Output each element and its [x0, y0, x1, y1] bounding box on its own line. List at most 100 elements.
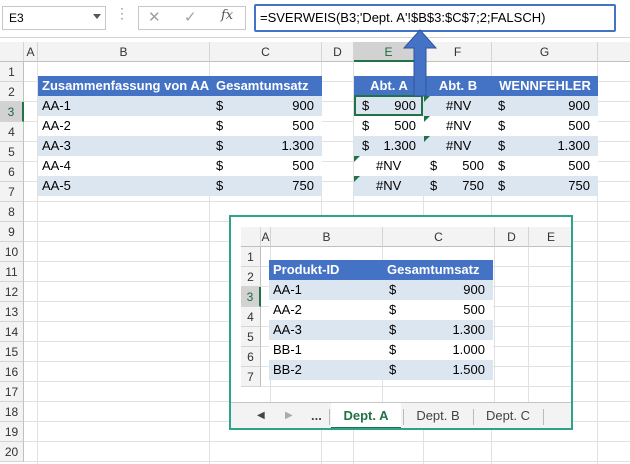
summary-id[interactable]: AA-2 — [38, 116, 210, 136]
inset-row-header[interactable]: 7 — [241, 367, 261, 387]
row-header[interactable]: 18 — [0, 402, 24, 422]
active-cell-selection[interactable] — [354, 95, 423, 116]
inset-product-id[interactable]: AA-1 — [269, 280, 381, 300]
row-header[interactable]: 9 — [0, 222, 24, 242]
select-all-corner[interactable] — [0, 42, 24, 62]
row-header-selected[interactable]: 3 — [0, 102, 24, 122]
row-header[interactable]: 6 — [0, 162, 24, 182]
lookup-cell-iferror[interactable]: $750 — [492, 176, 598, 196]
row-header[interactable]: 14 — [0, 322, 24, 342]
row-header[interactable]: 15 — [0, 342, 24, 362]
inset-column-header-b[interactable]: B — [271, 227, 383, 247]
error-indicator-icon[interactable] — [424, 136, 430, 142]
lookup-header-iferror[interactable]: WENNFEHLER — [492, 76, 598, 96]
inset-value-cell[interactable]: $1.300 — [381, 320, 493, 340]
row-header[interactable]: 8 — [0, 202, 24, 222]
cell-value: 1.300 — [557, 138, 590, 153]
inset-select-all-corner[interactable] — [241, 227, 261, 247]
inset-value-cell[interactable]: $1.500 — [381, 360, 493, 380]
lookup-cell-abt-a[interactable]: $1.300 — [354, 136, 424, 156]
error-indicator-icon[interactable] — [424, 116, 430, 122]
summary-header-name[interactable]: Zusammenfassung von AA — [38, 76, 210, 96]
row-header[interactable]: 4 — [0, 122, 24, 142]
row-header[interactable]: 19 — [0, 422, 24, 442]
currency-symbol: $ — [216, 118, 224, 133]
inset-value-cell[interactable]: $500 — [381, 300, 493, 320]
inset-value-cell[interactable]: $1.000 — [381, 340, 493, 360]
summary-value-cell[interactable]: $500 — [210, 116, 322, 136]
error-indicator-icon[interactable] — [354, 156, 360, 162]
row-header[interactable]: 7 — [0, 182, 24, 202]
more-sheets-button[interactable]: ... — [311, 403, 322, 428]
inset-row-header-selected[interactable]: 3 — [241, 287, 261, 307]
currency-symbol: $ — [389, 302, 397, 317]
inset-row-header[interactable]: 5 — [241, 327, 261, 347]
lookup-cell-iferror[interactable]: $1.300 — [492, 136, 598, 156]
next-sheet-icon[interactable]: ▶ — [285, 403, 293, 428]
summary-id[interactable]: AA-3 — [38, 136, 210, 156]
inset-value-cell[interactable]: $900 — [381, 280, 493, 300]
row-header[interactable]: 2 — [0, 82, 24, 102]
row-header[interactable]: 13 — [0, 302, 24, 322]
lookup-cell-iferror[interactable]: $900 — [492, 96, 598, 116]
summary-id[interactable]: AA-1 — [38, 96, 210, 116]
row-header[interactable]: 10 — [0, 242, 24, 262]
lookup-cell-abt-b[interactable]: #NV — [424, 136, 492, 156]
lookup-cell-iferror[interactable]: $500 — [492, 156, 598, 176]
cell-value: #NV — [446, 98, 472, 113]
lookup-cell-abt-a[interactable]: #NV — [354, 156, 424, 176]
inset-column-header-d[interactable]: D — [495, 227, 529, 247]
inset-product-id[interactable]: AA-3 — [269, 320, 381, 340]
insert-function-icon[interactable]: fx — [221, 8, 233, 23]
inset-column-header-e[interactable]: E — [529, 227, 571, 247]
tab-dept-b[interactable]: Dept. B — [405, 403, 471, 428]
summary-id[interactable]: AA-5 — [38, 176, 210, 196]
name-box[interactable]: E3 — [2, 6, 106, 30]
row-header[interactable]: 16 — [0, 362, 24, 382]
lookup-cell-abt-a[interactable]: $500 — [354, 116, 424, 136]
cancel-icon[interactable]: ✕ — [148, 8, 161, 26]
summary-value-cell[interactable]: $900 — [210, 96, 322, 116]
summary-value-cell[interactable]: $1.300 — [210, 136, 322, 156]
lookup-cell-iferror[interactable]: $500 — [492, 116, 598, 136]
column-header-a[interactable]: A — [24, 42, 38, 62]
summary-value-cell[interactable]: $750 — [210, 176, 322, 196]
inset-column-header-a[interactable]: A — [261, 227, 271, 247]
summary-value: 1.300 — [281, 138, 314, 153]
column-header-g[interactable]: G — [492, 42, 598, 62]
inset-row-header[interactable]: 4 — [241, 307, 261, 327]
inset-product-id[interactable]: BB-1 — [269, 340, 381, 360]
column-header-d[interactable]: D — [322, 42, 354, 62]
error-indicator-icon[interactable] — [354, 176, 360, 182]
name-box-dropdown-icon[interactable] — [93, 14, 101, 19]
lookup-cell-abt-b[interactable]: #NV — [424, 96, 492, 116]
summary-value-cell[interactable]: $500 — [210, 156, 322, 176]
lookup-cell-abt-b[interactable]: $500 — [424, 156, 492, 176]
tab-dept-a[interactable]: Dept. A — [331, 403, 401, 428]
inset-row-header[interactable]: 1 — [241, 247, 261, 267]
column-header-c[interactable]: C — [210, 42, 322, 62]
inset-row-header[interactable]: 2 — [241, 267, 261, 287]
inset-column-header-c[interactable]: C — [383, 227, 495, 247]
row-header[interactable]: 20 — [0, 442, 24, 462]
lookup-cell-abt-b[interactable]: $750 — [424, 176, 492, 196]
row-header[interactable]: 12 — [0, 282, 24, 302]
tab-dept-c[interactable]: Dept. C — [475, 403, 541, 428]
inset-product-id[interactable]: AA-2 — [269, 300, 381, 320]
summary-header-total[interactable]: Gesamtumsatz — [210, 76, 322, 96]
inset-product-id[interactable]: BB-2 — [269, 360, 381, 380]
row-header[interactable]: 11 — [0, 262, 24, 282]
inset-header-product-id[interactable]: Produkt-ID — [269, 260, 381, 280]
prev-sheet-icon[interactable]: ◀ — [257, 403, 265, 428]
column-header-h[interactable] — [598, 42, 630, 62]
summary-id[interactable]: AA-4 — [38, 156, 210, 176]
row-header[interactable]: 5 — [0, 142, 24, 162]
inset-row-header[interactable]: 6 — [241, 347, 261, 367]
lookup-cell-abt-b[interactable]: #NV — [424, 116, 492, 136]
enter-icon[interactable]: ✓ — [184, 8, 197, 26]
column-header-b[interactable]: B — [38, 42, 210, 62]
row-header[interactable]: 17 — [0, 382, 24, 402]
lookup-cell-abt-a[interactable]: #NV — [354, 176, 424, 196]
inset-header-total[interactable]: Gesamtumsatz — [381, 260, 493, 280]
row-header[interactable]: 1 — [0, 62, 24, 82]
